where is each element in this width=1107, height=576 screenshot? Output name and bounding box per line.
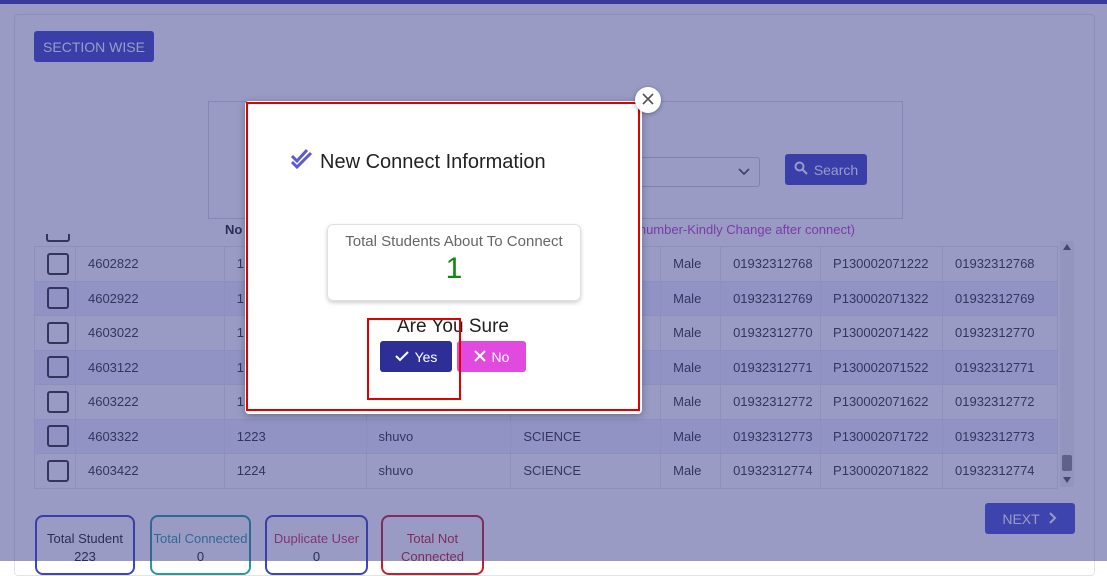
modal-title: New Connect Information bbox=[290, 148, 546, 176]
yes-highlight-box bbox=[367, 318, 461, 400]
close-icon bbox=[642, 92, 654, 108]
students-count-value: 1 bbox=[445, 252, 463, 285]
no-button[interactable]: No bbox=[457, 341, 526, 372]
x-icon bbox=[473, 349, 486, 365]
modal-title-text: New Connect Information bbox=[320, 150, 546, 173]
students-count-card: Total Students About To Connect 1 bbox=[327, 224, 581, 301]
close-button[interactable] bbox=[635, 87, 661, 113]
double-check-icon bbox=[290, 148, 314, 176]
students-count-label: Total Students About To Connect bbox=[345, 233, 563, 250]
no-button-label: No bbox=[491, 348, 510, 365]
